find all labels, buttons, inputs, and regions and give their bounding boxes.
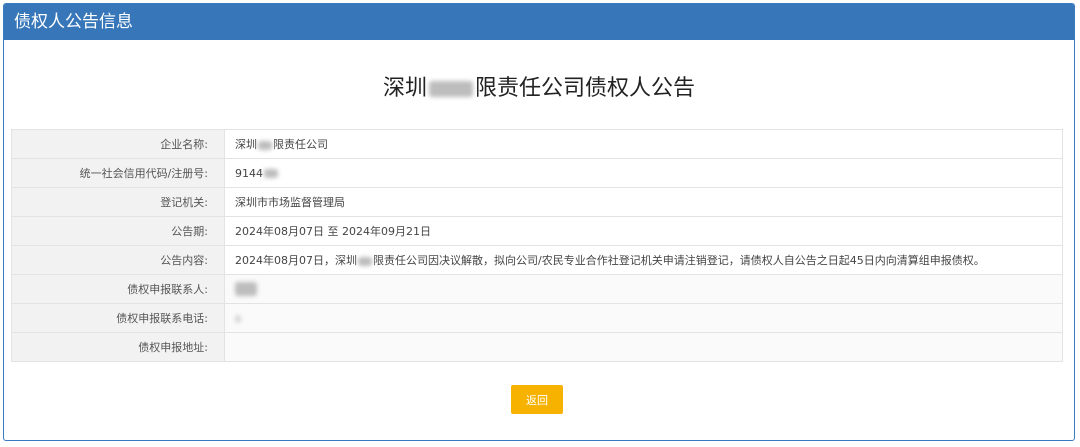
company-name-prefix: 深圳 <box>235 138 257 151</box>
address-value <box>224 332 1063 362</box>
row-label: 企业名称: <box>11 129 225 159</box>
row-label: 公告期: <box>11 216 225 246</box>
row-label: 公告内容: <box>11 245 225 275</box>
table-row-contact-person: 债权申报联系人: <box>11 274 1063 304</box>
row-label: 债权申报联系人: <box>11 274 225 304</box>
panel-header-title: 债权人公告信息 <box>14 12 133 32</box>
notice-content-value: 2024年08月07日，深圳 限责任公司因决议解散，拟向公司/农民专业合作社登记机… <box>224 245 1063 275</box>
redacted-text <box>358 256 372 266</box>
table-row-contact-phone: 债权申报联系电话: <box>11 303 1063 333</box>
company-name-suffix: 限责任公司 <box>273 138 328 151</box>
notice-period-value: 2024年08月07日 至 2024年09月21日 <box>224 216 1063 246</box>
credit-code-prefix: 9144 <box>235 166 263 180</box>
redacted-text <box>264 169 278 178</box>
redacted-text <box>235 314 241 323</box>
notice-info-table: 企业名称: 深圳 限责任公司 统一社会信用代码/注册号: 9144 登记机关: 深… <box>11 129 1063 362</box>
row-label: 债权申报联系电话: <box>11 303 225 333</box>
table-row-company-name: 企业名称: 深圳 限责任公司 <box>11 129 1063 159</box>
notice-content-prefix: 2024年08月07日，深圳 <box>235 254 357 267</box>
announcement-title: 深圳 限责任公司债权人公告 <box>4 72 1074 106</box>
table-row-credit-code: 统一社会信用代码/注册号: 9144 <box>11 158 1063 188</box>
announcement-title-prefix: 深圳 <box>382 76 427 101</box>
return-button[interactable]: 返回 <box>511 385 563 414</box>
registration-authority-value: 深圳市市场监督管理局 <box>224 187 1063 217</box>
table-row-registration-authority: 登记机关: 深圳市市场监督管理局 <box>11 187 1063 217</box>
credit-code-value: 9144 <box>224 158 1063 188</box>
table-row-notice-content: 公告内容: 2024年08月07日，深圳 限责任公司因决议解散，拟向公司/农民专业… <box>11 245 1063 275</box>
row-label: 债权申报地址: <box>11 332 225 362</box>
notice-content-suffix: 限责任公司因决议解散，拟向公司/农民专业合作社登记机关申请注销登记，请债权人自公… <box>373 254 985 267</box>
redacted-company-name <box>429 81 473 97</box>
table-row-address: 债权申报地址: <box>11 332 1063 362</box>
row-label: 登记机关: <box>11 187 225 217</box>
table-row-notice-period: 公告期: 2024年08月07日 至 2024年09月21日 <box>11 216 1063 246</box>
contact-phone-value <box>224 303 1063 333</box>
company-name-value: 深圳 限责任公司 <box>224 129 1063 159</box>
panel-header: 债权人公告信息 <box>4 4 1074 40</box>
redacted-text <box>235 282 257 296</box>
row-label: 统一社会信用代码/注册号: <box>11 158 225 188</box>
contact-person-value <box>224 274 1063 304</box>
announcement-title-suffix: 限责任公司债权人公告 <box>475 76 696 101</box>
redacted-text <box>258 140 272 150</box>
